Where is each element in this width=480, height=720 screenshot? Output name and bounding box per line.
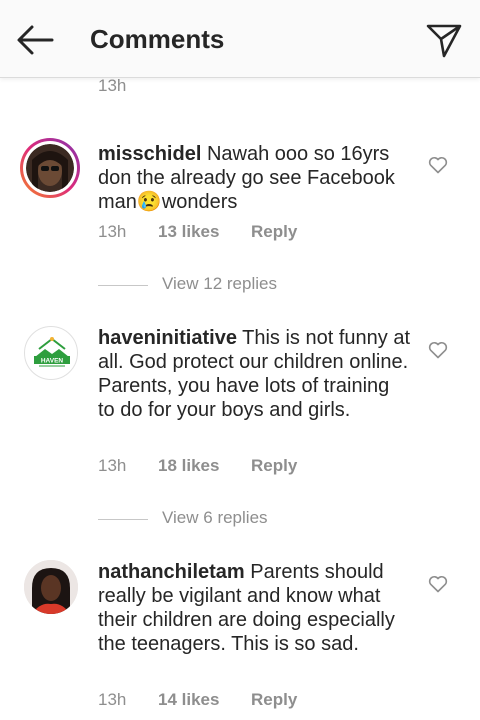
avatar[interactable] xyxy=(24,560,78,614)
like-heart-icon[interactable] xyxy=(428,575,448,593)
like-heart-icon[interactable] xyxy=(428,156,448,174)
avatar-photo-icon xyxy=(24,560,78,614)
comment-timestamp: 13h xyxy=(98,222,127,241)
divider-line xyxy=(98,285,148,286)
comment-username[interactable]: misschidel xyxy=(98,143,201,165)
comment-text-end: wonders xyxy=(161,191,238,213)
view-replies-label: View 6 replies xyxy=(162,508,268,527)
comment-item: nathanchiletam Parents should really be … xyxy=(0,558,480,720)
avatar xyxy=(26,144,74,192)
haven-logo-text: HAVEN xyxy=(41,358,64,365)
comment-username[interactable]: nathanchiletam xyxy=(98,561,245,583)
back-arrow-icon xyxy=(17,25,54,55)
comments-header: Comments xyxy=(0,0,480,78)
paper-plane-icon xyxy=(426,24,462,58)
comment-username[interactable]: haveninitiative xyxy=(98,327,237,349)
likes-count[interactable]: 14 likes xyxy=(158,690,219,710)
comment-item: HAVEN haveninitiative This is not funny … xyxy=(0,324,480,534)
comment-body: misschidel Nawah ooo so 16yrs don the al… xyxy=(98,142,410,214)
view-replies-button[interactable]: View 12 replies xyxy=(98,274,398,298)
reply-button[interactable]: Reply xyxy=(251,690,297,710)
comment-timestamp: 13h xyxy=(98,456,127,475)
likes-count[interactable]: 18 likes xyxy=(158,456,219,476)
reply-button[interactable]: Reply xyxy=(251,222,297,242)
comment-timestamp: 13h xyxy=(98,78,127,95)
reply-button[interactable]: Reply xyxy=(251,456,297,476)
view-replies-button[interactable]: View 6 replies xyxy=(98,508,398,532)
haven-logo-icon: HAVEN xyxy=(34,337,70,367)
avatar[interactable]: HAVEN xyxy=(24,326,78,380)
avatar-story-ring[interactable] xyxy=(20,138,80,198)
page-title: Comments xyxy=(90,24,225,54)
comments-feed[interactable]: 13h misschidel Nawah ooo so 16yrs don th… xyxy=(0,78,480,720)
view-replies-label: View 12 replies xyxy=(162,274,277,293)
comment-body: nathanchiletam Parents should really be … xyxy=(98,560,410,656)
likes-count[interactable]: 13 likes xyxy=(158,222,219,242)
divider-line xyxy=(98,519,148,520)
comment-body: haveninitiative This is not funny at all… xyxy=(98,326,410,422)
like-heart-icon[interactable] xyxy=(428,341,448,359)
back-button[interactable] xyxy=(14,22,58,58)
crying-emoji: 😢 xyxy=(136,191,162,213)
send-button[interactable] xyxy=(424,20,464,60)
comment-item: misschidel Nawah ooo so 16yrs don the al… xyxy=(0,130,480,320)
comment-timestamp: 13h xyxy=(98,690,127,709)
